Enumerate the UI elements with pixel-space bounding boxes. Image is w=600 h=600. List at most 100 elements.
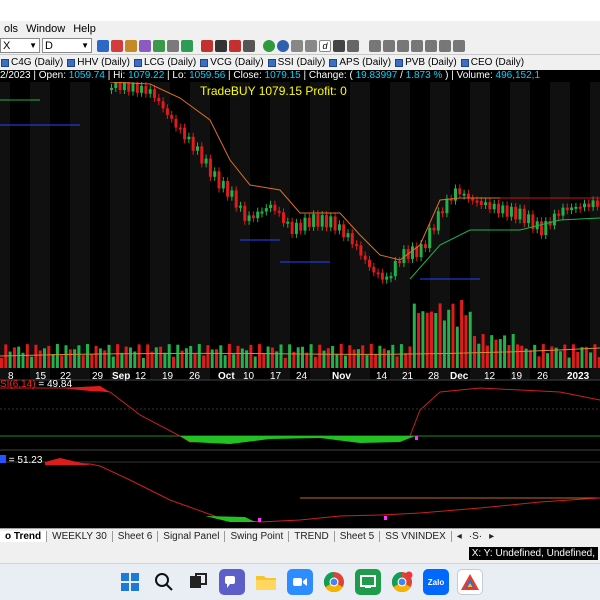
scroll-right-icon[interactable]: ▸ [484,531,499,542]
sheet-tab-swing-point[interactable]: Swing Point [225,530,290,542]
volume-bar [38,350,42,368]
volume-bar [107,344,111,368]
sheet-tab-ss-vnindex[interactable]: SS VNINDEX [380,530,452,542]
candle-body [419,244,423,258]
magnet-icon[interactable] [229,39,241,52]
bar-chart-icon[interactable] [291,39,303,52]
scroll-left-icon[interactable]: ◂ [452,531,467,542]
chart-icon[interactable] [97,39,109,52]
indicator-tab[interactable]: C4G (Daily) [0,57,66,68]
indicator-tab[interactable]: PVB (Daily) [394,57,460,68]
indicator-tab[interactable]: SSI (Daily) [267,57,329,68]
green-app-icon[interactable] [355,569,381,595]
candle-body [243,205,247,221]
background-band [190,82,210,380]
volume-bar [584,346,588,368]
symbol-combo[interactable]: X ▼ [0,38,40,53]
pin-icon[interactable] [333,39,345,52]
scan-icon[interactable] [153,39,165,52]
volume-bar [8,351,12,368]
scroll-split-icon[interactable]: ·S· [467,531,484,542]
indicator-tab[interactable]: HHV (Daily) [66,57,133,68]
volume-bar [94,345,98,368]
volume-bar [124,346,128,368]
menu-tools[interactable]: ols [0,23,22,35]
wave-icon[interactable] [397,39,409,52]
flag-icon[interactable] [181,39,193,52]
volume-bar [154,347,158,368]
background-band [270,82,290,380]
tools-icon[interactable] [139,39,151,52]
candle-body [234,190,238,208]
columns-icon[interactable] [453,39,465,52]
candle-icon[interactable] [305,39,317,52]
sheet-tab-trend[interactable]: o Trend [0,530,48,542]
table-icon[interactable] [411,39,423,52]
d-icon[interactable]: d [319,39,331,52]
layout-icon[interactable] [369,39,381,52]
volume-bar [146,344,150,368]
indicator-tab-icon [1,58,9,67]
candle-body [200,146,204,164]
indicator-tab[interactable]: LCG (Daily) [133,57,199,68]
indicator-tab[interactable]: APS (Daily) [328,57,394,68]
filter-icon[interactable] [439,39,451,52]
pencil-icon[interactable] [201,39,213,52]
cards-icon[interactable] [125,39,137,52]
amibroker-icon[interactable] [457,569,483,595]
volume-bar [339,344,343,368]
volume-bar [520,345,524,368]
chrome-profile-icon[interactable] [389,569,415,595]
hearts-icon[interactable] [111,39,123,52]
search-icon[interactable] [151,569,177,595]
line-icon[interactable] [215,39,227,52]
volume-bar [425,312,429,368]
chart-area[interactable]: 8 15 22 29 Sep 12 19 26 Oct 10 17 24 Nov 14 21 28 Dec 12 1… [0,70,600,528]
volume-bar [412,303,416,368]
list-icon[interactable] [383,39,395,52]
interval-combo[interactable]: D ▼ [42,38,92,53]
trade-signal-text: TradeBUY 1079.15 Profit: 0 [200,84,347,98]
green-circle-icon[interactable] [263,39,275,52]
volume-bar [387,350,390,368]
volume-bar [159,346,163,368]
zoom-icon[interactable] [287,569,313,595]
candle-body [299,222,303,231]
candle-body [363,255,367,260]
menu-help[interactable]: Help [69,23,100,35]
file-explorer-icon[interactable] [253,569,279,595]
price-chart[interactable]: 8 15 22 29 Sep 12 19 26 Oct 10 17 24 Nov 14 21 28 Dec 12 1… [0,70,600,528]
window-top-area [0,0,600,21]
bars-icon[interactable] [425,39,437,52]
zalo-icon[interactable]: Zalo [423,569,449,595]
menu-window[interactable]: Window [22,23,69,35]
candle-body [561,207,565,216]
volume-bar [227,344,231,368]
teams-icon[interactable] [219,569,245,595]
volume-bar [68,349,72,368]
windows-start-icon[interactable] [117,569,143,595]
brush-icon[interactable] [243,39,255,52]
indicator-tab[interactable]: CEO (Daily) [460,57,527,68]
sheet-tab-sheet5[interactable]: Sheet 5 [335,530,381,542]
indicator-tab-icon [460,58,469,67]
sheet-tab-sheet6[interactable]: Sheet 6 [113,530,159,542]
blue-circle-icon[interactable] [277,39,289,52]
volume-bar [77,345,81,368]
indicator-tab[interactable]: VCG (Daily) [199,57,266,68]
sheet-tab-signal-panel[interactable]: Signal Panel [158,530,226,542]
candle-body [578,206,582,209]
osc-marker-dot [384,516,387,520]
sheet-tab-trend2[interactable]: TREND [289,530,335,542]
volume-bar [442,320,446,368]
quote-date: 2/2023 [0,70,31,81]
zoom-icon[interactable] [167,39,179,52]
grid-icon[interactable] [347,39,359,52]
task-view-icon[interactable] [185,569,211,595]
chrome-icon[interactable] [321,569,347,595]
background-band [30,82,50,380]
candle-body [380,272,384,280]
candle-body [294,222,298,234]
sheet-tab-weekly[interactable]: WEEKLY 30 [47,530,113,542]
volume-bar [490,335,494,368]
